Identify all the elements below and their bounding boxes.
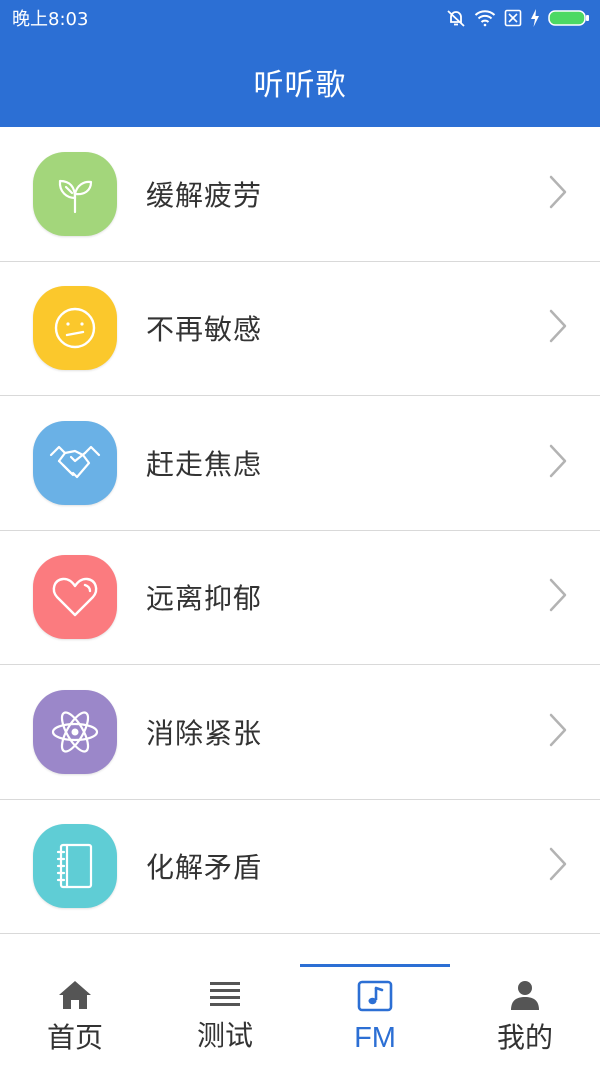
chevron-right-icon — [548, 847, 568, 885]
chevron-right-icon — [548, 578, 568, 616]
music-note-icon — [357, 980, 393, 1016]
list-item-eliminate-tension[interactable]: 消除紧张 — [0, 665, 600, 800]
tab-label: 首页 — [46, 1021, 103, 1054]
tab-fm[interactable]: FM — [300, 955, 450, 1067]
bottom-tab-bar: 首页 测试 FM 我的 — [0, 955, 600, 1067]
chevron-right-icon — [548, 444, 568, 482]
atom-icon — [33, 689, 117, 774]
tab-test[interactable]: 测试 — [150, 955, 300, 1067]
list-item-label: 不再敏感 — [146, 313, 263, 347]
sim-off-icon — [504, 9, 522, 27]
list-item-resolve-conflict[interactable]: 化解矛盾 — [0, 799, 600, 934]
notebook-icon — [33, 824, 117, 909]
status-icons — [446, 8, 590, 28]
list-icon — [210, 980, 240, 1012]
chevron-right-icon — [548, 175, 568, 213]
person-icon — [510, 980, 540, 1014]
list-item-label: 消除紧张 — [146, 716, 263, 750]
tab-mine[interactable]: 我的 — [450, 955, 600, 1067]
tab-home[interactable]: 首页 — [0, 955, 150, 1067]
chevron-right-icon — [548, 713, 568, 751]
category-list: 缓解疲劳 不再敏感 赶走焦虑 远离抑郁 消除紧张 化解矛盾 — [0, 127, 600, 934]
list-item-label: 赶走焦虑 — [146, 447, 263, 481]
list-item-away-from-depression[interactable]: 远离抑郁 — [0, 530, 600, 665]
mute-icon — [446, 8, 466, 28]
handshake-icon — [33, 420, 117, 505]
list-item-relieve-fatigue[interactable]: 缓解疲劳 — [0, 127, 600, 262]
chevron-right-icon — [548, 309, 568, 347]
list-item-label: 远离抑郁 — [146, 582, 263, 616]
leaf-icon — [33, 151, 117, 236]
tab-label: 我的 — [496, 1021, 553, 1054]
charging-icon — [530, 9, 540, 27]
wifi-icon — [474, 9, 496, 27]
battery-icon — [548, 9, 590, 27]
status-time: 晚上8:03 — [12, 9, 89, 30]
heart-icon — [33, 555, 117, 640]
status-bar: 晚上8:03 — [0, 0, 600, 36]
active-tab-indicator — [300, 964, 450, 967]
tab-label: 测试 — [196, 1019, 253, 1052]
neutral-face-icon — [33, 286, 117, 371]
list-item-drive-away-anxiety[interactable]: 赶走焦虑 — [0, 396, 600, 531]
app-bar: 听听歌 — [0, 36, 600, 127]
tab-label: FM — [354, 1022, 396, 1054]
page-title: 听听歌 — [253, 67, 347, 103]
list-item-label: 缓解疲劳 — [146, 178, 263, 212]
list-item-label: 化解矛盾 — [146, 851, 263, 885]
home-icon — [58, 980, 92, 1014]
list-item-less-sensitive[interactable]: 不再敏感 — [0, 261, 600, 396]
